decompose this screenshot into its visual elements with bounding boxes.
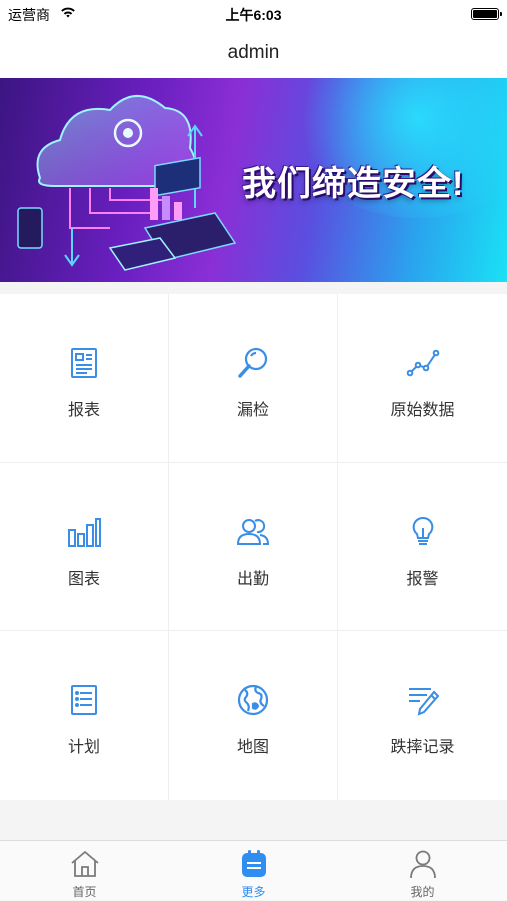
menu-item-label: 图表 [67,570,100,588]
globe-icon [237,685,269,716]
bar-chart-icon [68,517,101,547]
menu-item-label: 出勤 [236,570,269,588]
edit-note-icon [408,688,439,716]
clock: 上午6:03 [225,7,282,23]
tab-label: 我的 [410,885,435,899]
menu-item-label: 漏检 [236,402,269,419]
menu-item-label: 报表 [67,402,100,419]
report-icon [71,348,97,378]
menu-item-label: 计划 [67,739,100,757]
menu-item-label: 报警 [406,570,439,588]
tab-label: 更多 [241,885,266,899]
lightbulb-icon [412,516,433,545]
people-icon [236,518,270,545]
user-icon [409,850,436,879]
list-icon [71,685,97,716]
menu-item-raw-data[interactable]: 原始数据 [338,294,507,463]
function-menu-grid: 报表 漏检 原始数据 图表 出勤 报警 计划 地图 跌摔记录 [0,294,507,800]
status-bar: 运营商 上午6:03 [0,0,507,28]
menu-item-label: 原始数据 [390,402,455,419]
menu-item-label: 跌摔记录 [390,739,455,757]
menu-item-alarm[interactable]: 报警 [338,463,507,632]
cloud-network-illustration [17,95,237,271]
tab-more[interactable]: 更多 [169,841,338,901]
menu-item-plan[interactable]: 计划 [0,631,169,800]
tab-home[interactable]: 首页 [0,841,169,901]
home-icon [70,850,99,877]
menu-item-chart[interactable]: 图表 [0,462,169,632]
line-chart-icon [406,349,439,377]
menu-item-report[interactable]: 报表 [0,294,169,463]
menu-item-fall-records[interactable]: 跌摔记录 [338,631,507,800]
magnifier-icon [238,347,268,378]
more-icon [241,850,266,877]
menu-item-map[interactable]: 地图 [169,631,338,800]
bottom-tab-bar: 首页 更多 我的 [0,840,507,900]
page-title: admin [227,42,280,63]
banner-slogan: 我们缔造安全! [242,165,465,203]
menu-item-missed-inspection[interactable]: 漏检 [169,294,338,463]
menu-item-label: 地图 [236,739,269,757]
battery-icon [471,8,502,20]
tab-profile[interactable]: 我的 [338,841,507,901]
banner-carousel[interactable]: 我们缔造安全! [0,78,507,282]
navigation-bar: admin [0,28,507,78]
menu-item-attendance[interactable]: 出勤 [169,462,338,632]
tab-label: 首页 [72,885,97,899]
